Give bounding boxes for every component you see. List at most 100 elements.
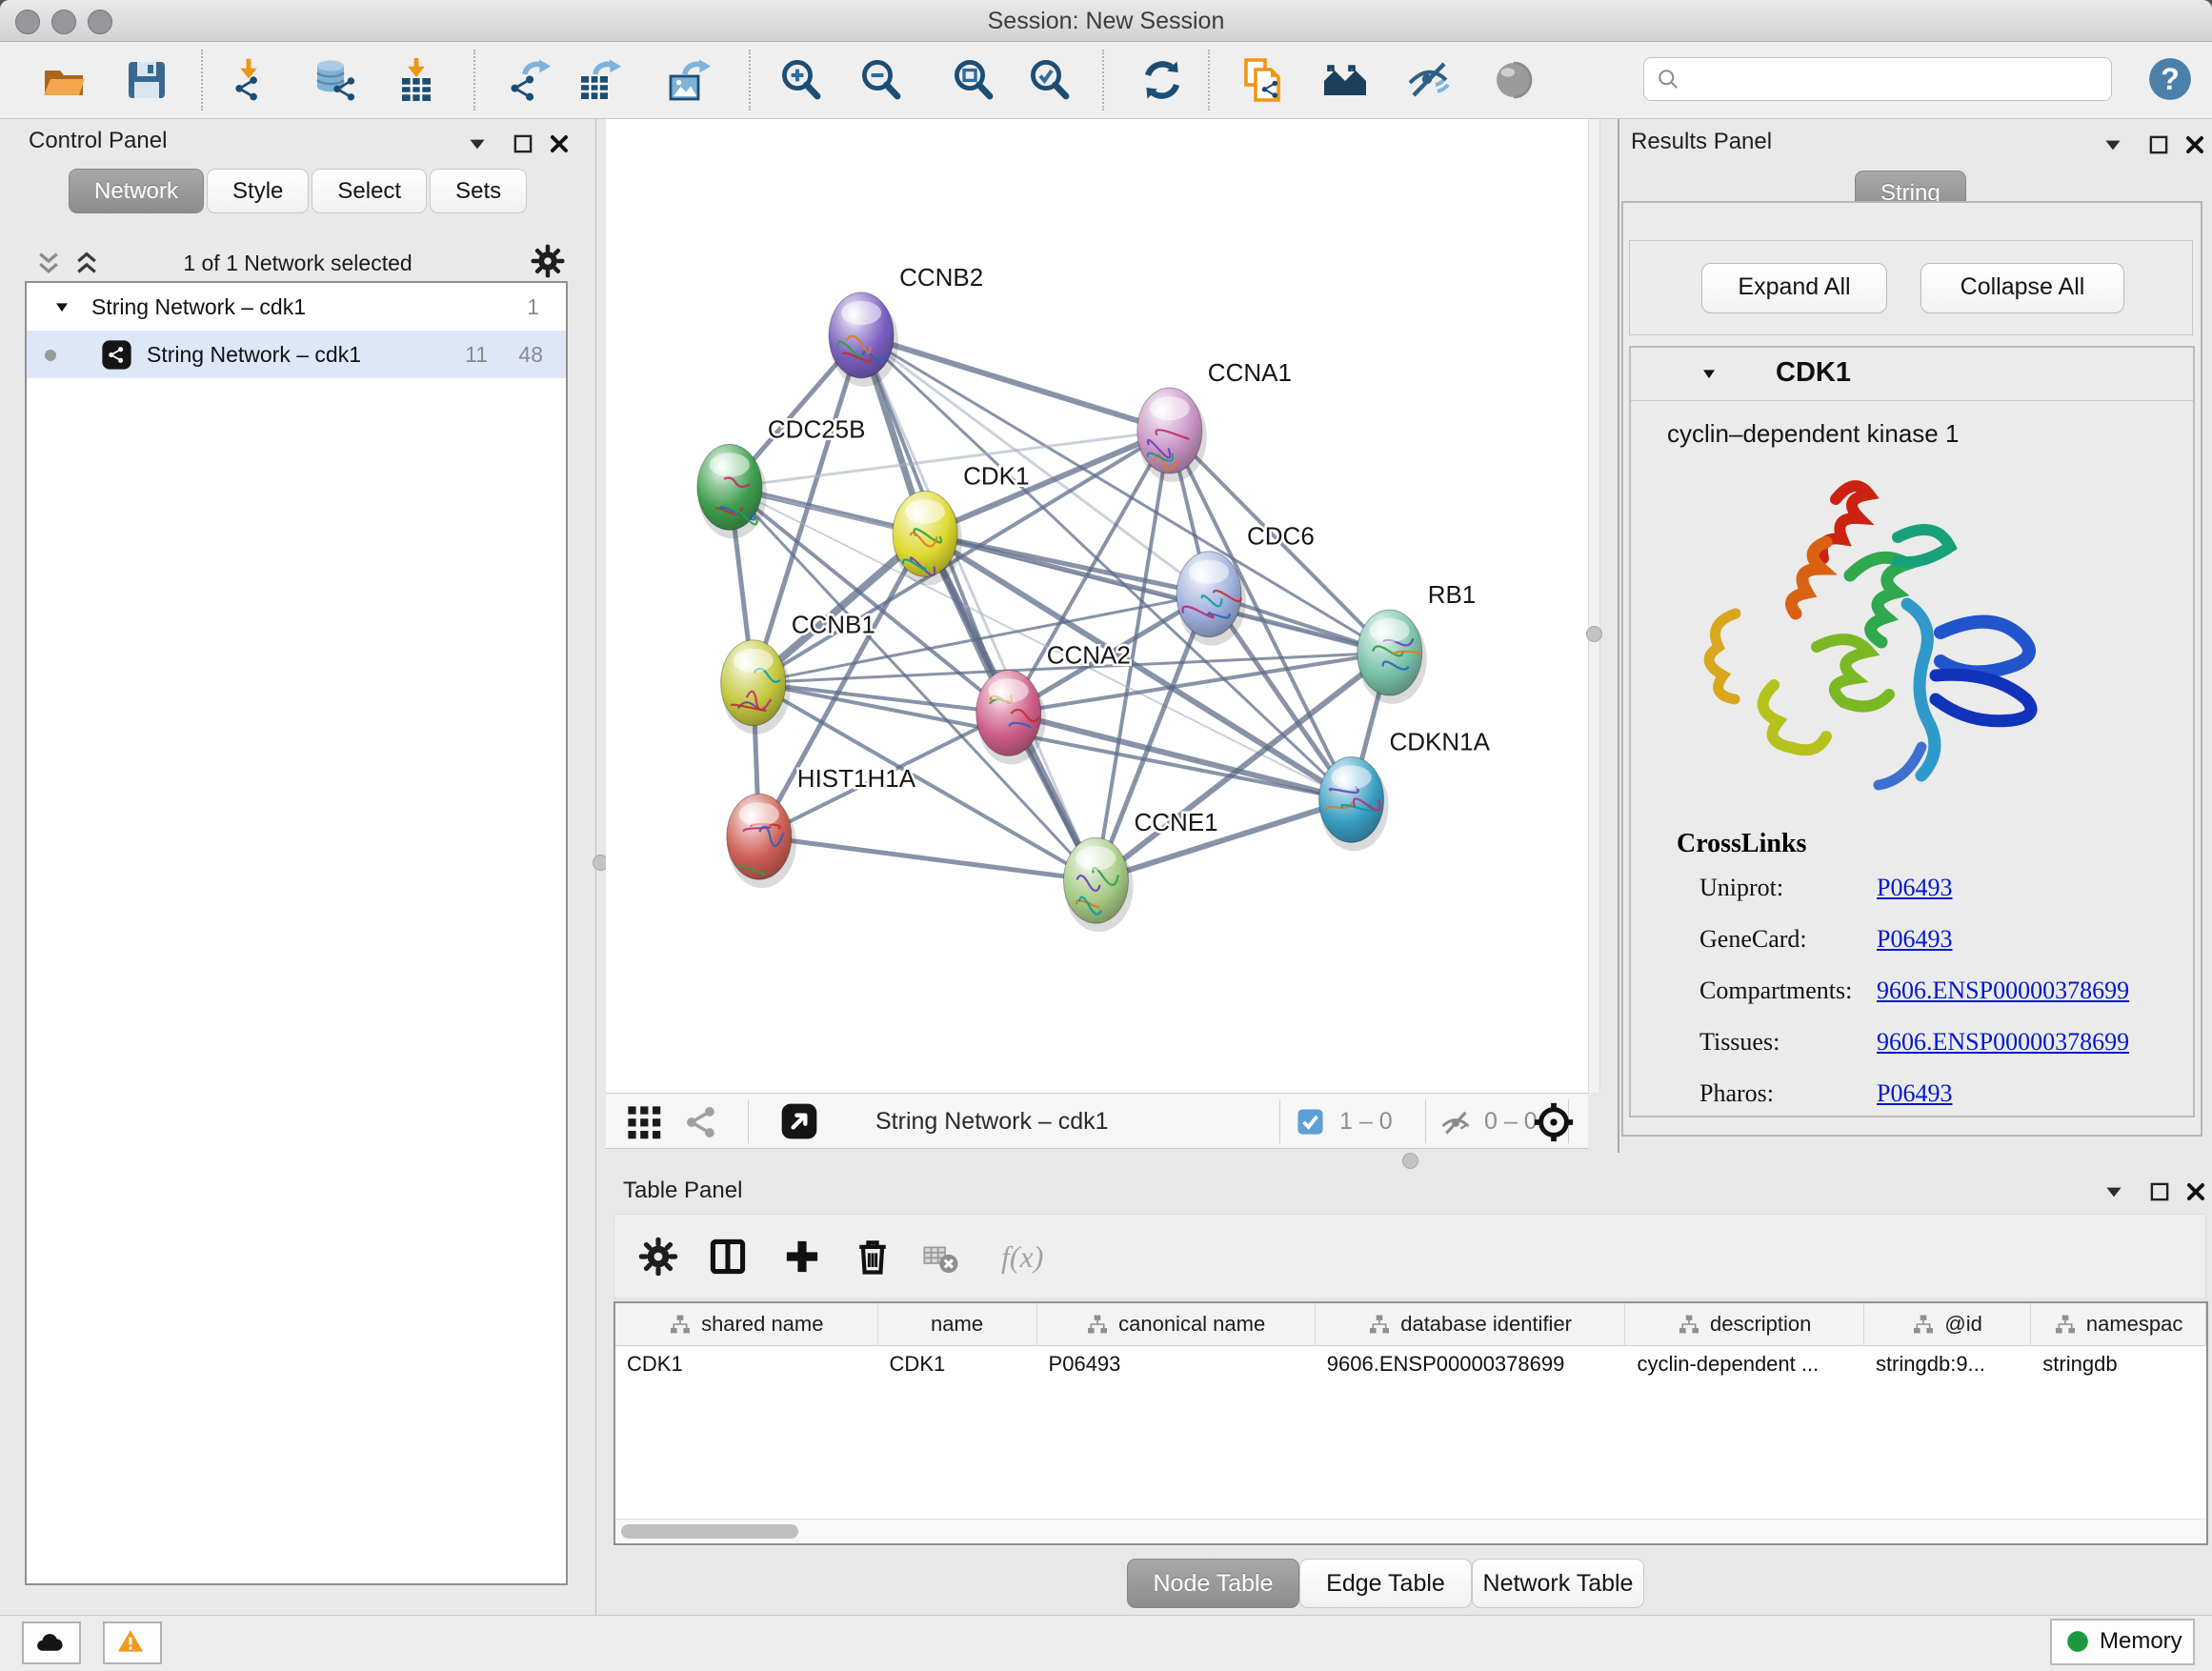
tab-network-table[interactable]: Network Table [1472, 1559, 1644, 1608]
results-panel-collapse-icon[interactable] [2101, 132, 2125, 157]
zoom-out-icon[interactable] [858, 57, 904, 103]
export-table-icon[interactable] [578, 57, 624, 103]
memory-button[interactable]: Memory [2050, 1619, 2195, 1665]
hidden-count: 0 – 0 [1484, 1094, 1538, 1150]
crosslink-label: Pharos: [1699, 1079, 1774, 1108]
table-row[interactable]: CDK1CDK1P064939606.ENSP00000378699cyclin… [615, 1345, 2206, 1383]
collection-expand-icon[interactable] [51, 297, 72, 318]
results-panel-title: Results Panel [1631, 129, 1772, 155]
crosslink-compartments-link[interactable]: 9606.ENSP00000378699 [1877, 976, 2129, 1005]
crosslink-tissues-link[interactable]: 9606.ENSP00000378699 [1877, 1028, 2129, 1057]
crosslink-label: GeneCard: [1699, 925, 1807, 954]
right-splitter-handle[interactable] [1586, 626, 1602, 642]
zoom-fit-icon[interactable] [951, 57, 996, 103]
results-panel-float-icon[interactable] [2146, 132, 2171, 157]
right-splitter[interactable] [1588, 119, 1600, 1093]
add-column-icon[interactable] [781, 1236, 823, 1278]
grid-view-icon[interactable] [626, 1104, 662, 1140]
results-panel-close-icon[interactable] [2182, 132, 2207, 157]
gene-expand-icon[interactable] [1699, 364, 1719, 385]
crosslinks-title: CrossLinks [1677, 829, 1806, 859]
control-panel-close-icon[interactable] [547, 131, 572, 156]
export-network-icon[interactable] [508, 57, 553, 103]
column-header-database-identifier[interactable]: database identifier [1316, 1303, 1626, 1345]
application-window: Session: New Session ? Control Panel Net… [0, 0, 2212, 1671]
crosslink-uniprot-link[interactable]: P06493 [1877, 874, 1952, 902]
fit-selected-icon[interactable] [1532, 1100, 1576, 1144]
network-canvas[interactable]: CCNB2CCNA1CDC25BCDK1CDC6RB1CCNB1CCNA2CDK… [606, 119, 1588, 1093]
show-columns-icon[interactable] [707, 1236, 749, 1278]
scrollbar-thumb[interactable] [621, 1524, 798, 1539]
save-session-icon[interactable] [124, 57, 170, 103]
search-input[interactable] [1690, 62, 2103, 96]
selected-nodes-checkbox[interactable] [1295, 1106, 1326, 1137]
svg-text:CCNB2: CCNB2 [899, 263, 983, 292]
results-panel: Results Panel String Expand All Collapse… [1618, 119, 2212, 1153]
open-folder-icon[interactable] [41, 57, 87, 103]
cell: cyclin-dependent ... [1625, 1345, 1864, 1383]
import-network-from-database-icon[interactable] [313, 57, 359, 103]
bottom-splitter-handle[interactable] [1402, 1153, 1418, 1169]
network-overview-icon[interactable] [1322, 57, 1368, 103]
export-image-icon[interactable] [668, 57, 714, 103]
gene-card-header[interactable]: CDK1 [1631, 348, 2193, 401]
svg-text:CCNA1: CCNA1 [1208, 358, 1292, 387]
string-results-box: Expand All Collapse All CDK1 cyclin–depe… [1621, 201, 2202, 1137]
crosslink-genecard-link[interactable]: P06493 [1877, 925, 1952, 954]
column-header-name[interactable]: name [878, 1303, 1037, 1345]
network-list: String Network – cdk1 1 String Network –… [25, 281, 568, 1585]
help-button[interactable]: ? [2146, 55, 2194, 103]
control-panel-float-icon[interactable] [511, 131, 535, 156]
import-table-icon[interactable] [393, 57, 439, 103]
expand-all-button[interactable]: Expand All [1701, 263, 1887, 313]
column-header-namespac[interactable]: namespac [2031, 1303, 2206, 1345]
svg-text:RB1: RB1 [1428, 580, 1477, 609]
column-header-canonical-name[interactable]: canonical name [1037, 1303, 1316, 1345]
network-panel-gear-icon[interactable] [530, 243, 566, 279]
table-panel-close-icon[interactable] [2183, 1179, 2208, 1204]
table-panel-float-icon[interactable] [2147, 1179, 2172, 1204]
network-view-icon[interactable] [684, 1104, 720, 1140]
tab-select[interactable]: Select [312, 169, 427, 213]
delete-column-icon[interactable] [852, 1236, 894, 1278]
show-graphics-icon[interactable] [1491, 57, 1537, 103]
column-header-@id[interactable]: @id [1864, 1303, 2031, 1345]
tab-sets[interactable]: Sets [430, 169, 527, 213]
collapse-all-button[interactable]: Collapse All [1920, 263, 2124, 313]
cloud-status-button[interactable] [22, 1621, 81, 1664]
cell: 9606.ENSP00000378699 [1316, 1345, 1626, 1383]
tab-edge-table[interactable]: Edge Table [1299, 1559, 1472, 1608]
table-gear-icon[interactable] [637, 1236, 679, 1278]
tab-style[interactable]: Style [207, 169, 309, 213]
shared-column-icon [1678, 1313, 1700, 1336]
toolbar-separator [749, 50, 751, 111]
table-panel-collapse-icon[interactable] [2101, 1179, 2126, 1204]
column-header-shared-name[interactable]: shared name [615, 1303, 878, 1345]
svg-text:CDC6: CDC6 [1247, 522, 1315, 551]
hidden-nodes-icon [1438, 1106, 1473, 1140]
control-panel-collapse-icon[interactable] [465, 131, 490, 156]
gene-description: cyclin–dependent kinase 1 [1667, 419, 1959, 449]
control-panel: Control Panel NetworkStyleSelectSets 1 o… [0, 119, 596, 1615]
tab-node-table[interactable]: Node Table [1127, 1559, 1299, 1608]
network-row-label: String Network – cdk1 [147, 331, 361, 378]
warnings-button[interactable] [103, 1621, 162, 1664]
main-toolbar: ? [0, 42, 2212, 119]
refresh-layout-icon[interactable] [1139, 57, 1185, 103]
crosslink-label: Compartments: [1699, 976, 1852, 1005]
expand-collapse-box: Expand All Collapse All [1629, 240, 2193, 335]
svg-text:CDC25B: CDC25B [768, 414, 866, 443]
zoom-selected-icon[interactable] [1027, 57, 1073, 103]
tab-network[interactable]: Network [69, 169, 204, 213]
network-collection-row[interactable]: String Network – cdk1 1 [27, 283, 566, 331]
crosslink-pharos-link[interactable]: P06493 [1877, 1079, 1952, 1108]
column-header-description[interactable]: description [1625, 1303, 1864, 1345]
column-label: canonical name [1118, 1312, 1265, 1337]
import-network-icon[interactable] [226, 57, 271, 103]
clone-network-icon[interactable] [1240, 57, 1286, 103]
zoom-in-icon[interactable] [778, 57, 824, 103]
network-view-title: String Network – cdk1 [875, 1094, 1109, 1150]
network-row-selected[interactable]: String Network – cdk1 11 48 [27, 331, 566, 378]
hide-labels-icon[interactable] [1406, 57, 1452, 103]
birds-eye-view-icon[interactable] [780, 1102, 818, 1140]
